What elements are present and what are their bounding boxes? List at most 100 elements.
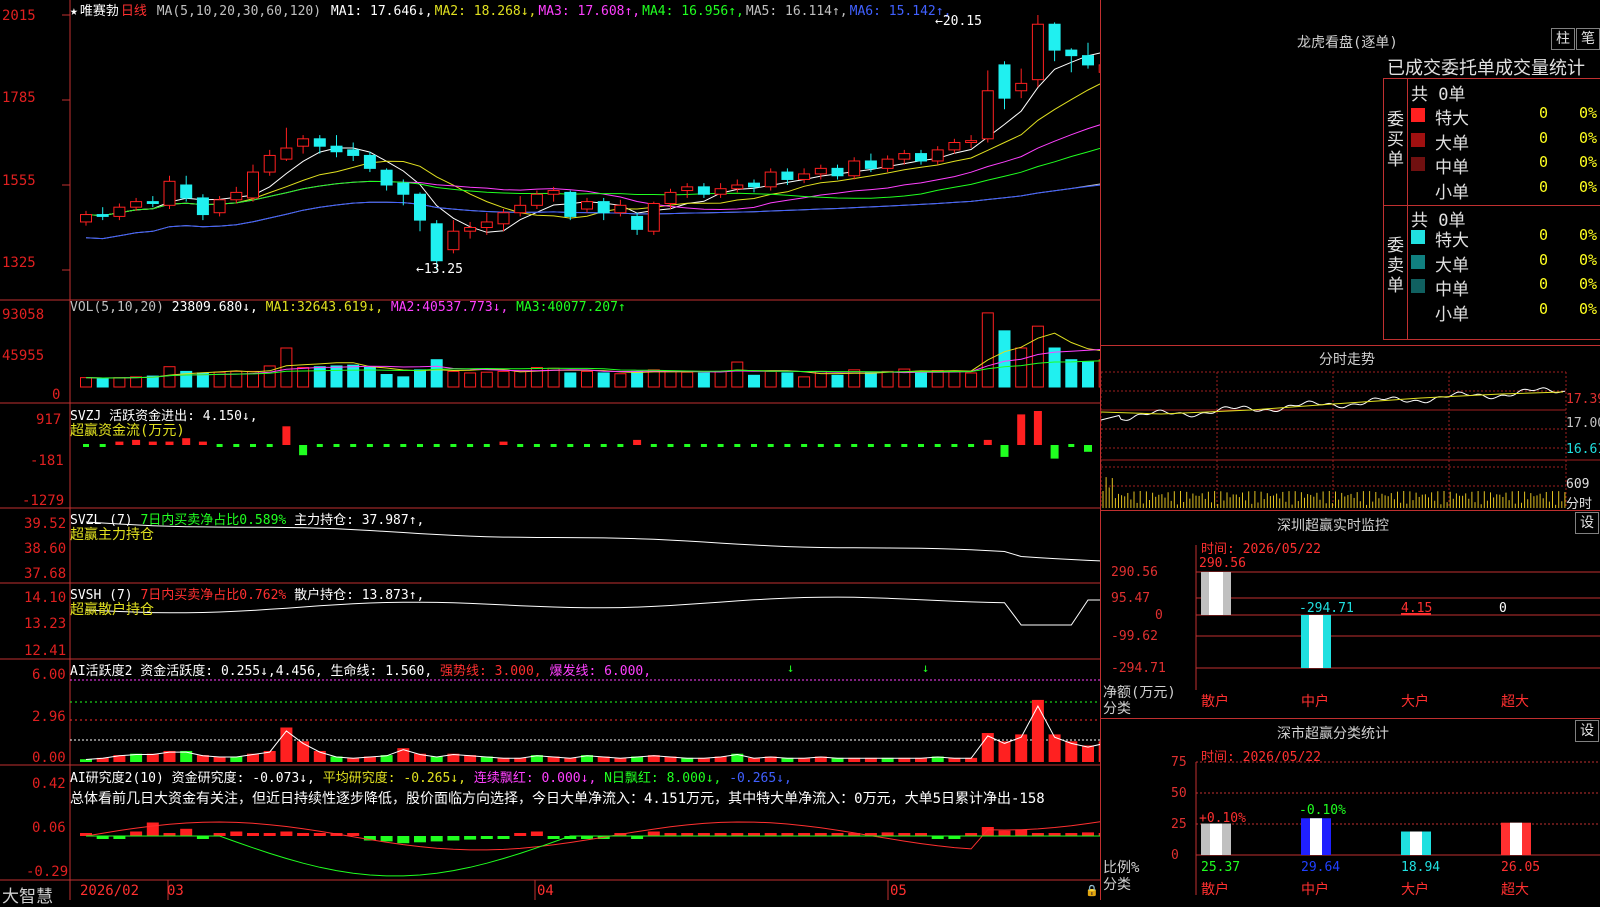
flow-bar-60 <box>1084 445 1092 452</box>
volume-bar-31 <box>597 372 610 388</box>
flow-dash-17 <box>366 444 373 447</box>
volume-bar-59 <box>1065 359 1078 388</box>
vol-ylabel-1: 45955 <box>2 348 45 364</box>
ai-research-last: -0.265↓, <box>729 771 792 786</box>
candle-body-43 <box>798 173 811 180</box>
ai-activity-strong: 强势线: 3.000, <box>440 664 542 679</box>
period-label[interactable]: 日线 <box>121 4 147 19</box>
monitor-cat-2: 大户 <box>1401 693 1429 710</box>
x-axis-label-2: 04 <box>537 883 554 899</box>
flow-dash-22 <box>450 444 457 447</box>
svsh-ylabel-2: 12.41 <box>24 643 67 659</box>
high-price-label: ←20.15 <box>935 14 982 29</box>
flow-dash-30 <box>584 444 590 447</box>
classify-ylabel-0: 75 <box>1171 755 1187 770</box>
flow-dash-11 <box>266 444 273 447</box>
vol-ma2-label: MA2: <box>390 300 423 315</box>
candle-body-25 <box>497 212 510 225</box>
volume-bar-25 <box>497 370 510 388</box>
volume-bar-55 <box>998 330 1011 388</box>
volume-bar-0 <box>80 377 92 388</box>
vol-ma1-value: 32643.619↓, <box>296 300 384 315</box>
research-bar-20 <box>414 836 426 843</box>
research-bar-18 <box>380 836 393 842</box>
flow-dash-39 <box>734 444 741 447</box>
flow-dash-42 <box>784 444 791 447</box>
monitor-value-2: 4.15 <box>1401 601 1432 616</box>
activity-bar-19 <box>397 748 410 762</box>
flow-dash-15 <box>333 444 340 447</box>
volume-bar-54 <box>981 312 994 388</box>
flow-dash-23 <box>467 444 474 447</box>
ai-activity-def: AI活跃度2 资金活跃度: 0.255↓,4.456, <box>70 664 323 679</box>
volume-bar-41 <box>764 370 777 388</box>
ai-research-ylabel-2: -0.29 <box>26 864 69 880</box>
volume-bar-36 <box>681 371 694 388</box>
volume-bar-60 <box>1082 361 1094 388</box>
vol-ylabel-0: 93058 <box>2 307 45 323</box>
volume-bar-35 <box>664 370 677 388</box>
flow-dash-51 <box>934 444 941 447</box>
ma-definition: MA(5,10,20,30,60,120) <box>156 4 322 19</box>
volume-bar-3 <box>130 376 143 388</box>
research-bar-6 <box>180 828 193 836</box>
classify-bar-shine-0 <box>1210 823 1222 855</box>
activity-bar-55 <box>998 741 1011 762</box>
ai-activity-ylabel-0: 6.00 <box>32 667 66 683</box>
candle-body-31 <box>597 201 610 214</box>
volume-bar-13 <box>297 367 310 388</box>
lock-icon[interactable]: 🔒 <box>1085 884 1099 897</box>
classify-bar-shine-2 <box>1410 831 1422 855</box>
flow-bar-13 <box>299 445 308 456</box>
monitor-value-3: 0 <box>1499 601 1507 616</box>
flow-dash-20 <box>417 444 423 447</box>
svzl-ylabel-1: 38.60 <box>24 541 67 557</box>
flow-bar-5 <box>165 441 174 445</box>
research-bar-60 <box>1082 832 1094 836</box>
classify-ylabel-1: 50 <box>1171 786 1187 801</box>
ai-activity-burst: 爆发线: 6.000, <box>549 664 652 679</box>
volume-bar-5 <box>163 366 176 388</box>
classify-cat-2: 大户 <box>1401 881 1429 898</box>
volume-bar-37 <box>697 372 710 388</box>
ma-value-4: MA4: 16.956↑, <box>642 4 744 19</box>
ai-research-ylabel-1: 0.06 <box>32 820 66 836</box>
volume-bar-57 <box>1031 325 1044 388</box>
volume-bar-47 <box>864 372 877 388</box>
kline-chart-area[interactable]: ↓ ↓ ★ 唯赛勃 日线 MA(5,10,20,30,60,120) MA1: 17.… <box>0 0 1100 907</box>
candle-body-48 <box>881 158 894 169</box>
candle-body-13 <box>297 138 310 147</box>
research-bar-56 <box>1015 829 1028 836</box>
candle-body-33 <box>631 215 644 230</box>
volume-bar-15 <box>330 365 343 388</box>
flow-dash-47 <box>867 444 874 447</box>
ma-value-5: MA5: 16.114↑, <box>745 4 848 19</box>
candle-body-55 <box>998 64 1011 99</box>
flow-bar-3 <box>132 439 141 445</box>
volume-bar-23 <box>464 372 477 388</box>
research-bar-19 <box>397 836 410 844</box>
volume-bar-53 <box>965 372 978 388</box>
monitor-ylabel-1: 95.47 <box>1111 591 1150 606</box>
candle-body-42 <box>781 171 794 180</box>
classify-value-3: 26.05 <box>1501 860 1540 875</box>
flow-bar-4 <box>148 441 157 445</box>
flow-dash-28 <box>550 444 557 447</box>
ai-research-nred: N日飘红: 8.000↓, <box>604 771 722 786</box>
ma-value-1: MA1: 17.646↓, <box>330 4 433 19</box>
candle-body-44 <box>814 167 827 175</box>
svzl-hold: 主力持仓: 37.987↑, <box>294 513 425 528</box>
flow-dash-49 <box>901 444 908 447</box>
volume-bar-18 <box>380 374 393 388</box>
candle-body-32 <box>614 204 627 214</box>
flow-bar-55 <box>1000 445 1009 457</box>
low-price-label: ←13.25 <box>416 262 463 277</box>
monitor-ylabel-2: 0 <box>1155 608 1163 623</box>
svsh-subtitle: 超赢散户持仓 <box>70 602 154 618</box>
candle-body-0 <box>80 214 92 223</box>
favorite-star-icon[interactable]: ★ <box>70 4 78 19</box>
candle-body-4 <box>146 201 159 204</box>
monitor-ylabel-4: -294.71 <box>1111 661 1166 676</box>
monitor-cat-0: 散户 <box>1201 693 1229 710</box>
candle-body-21 <box>430 223 443 262</box>
